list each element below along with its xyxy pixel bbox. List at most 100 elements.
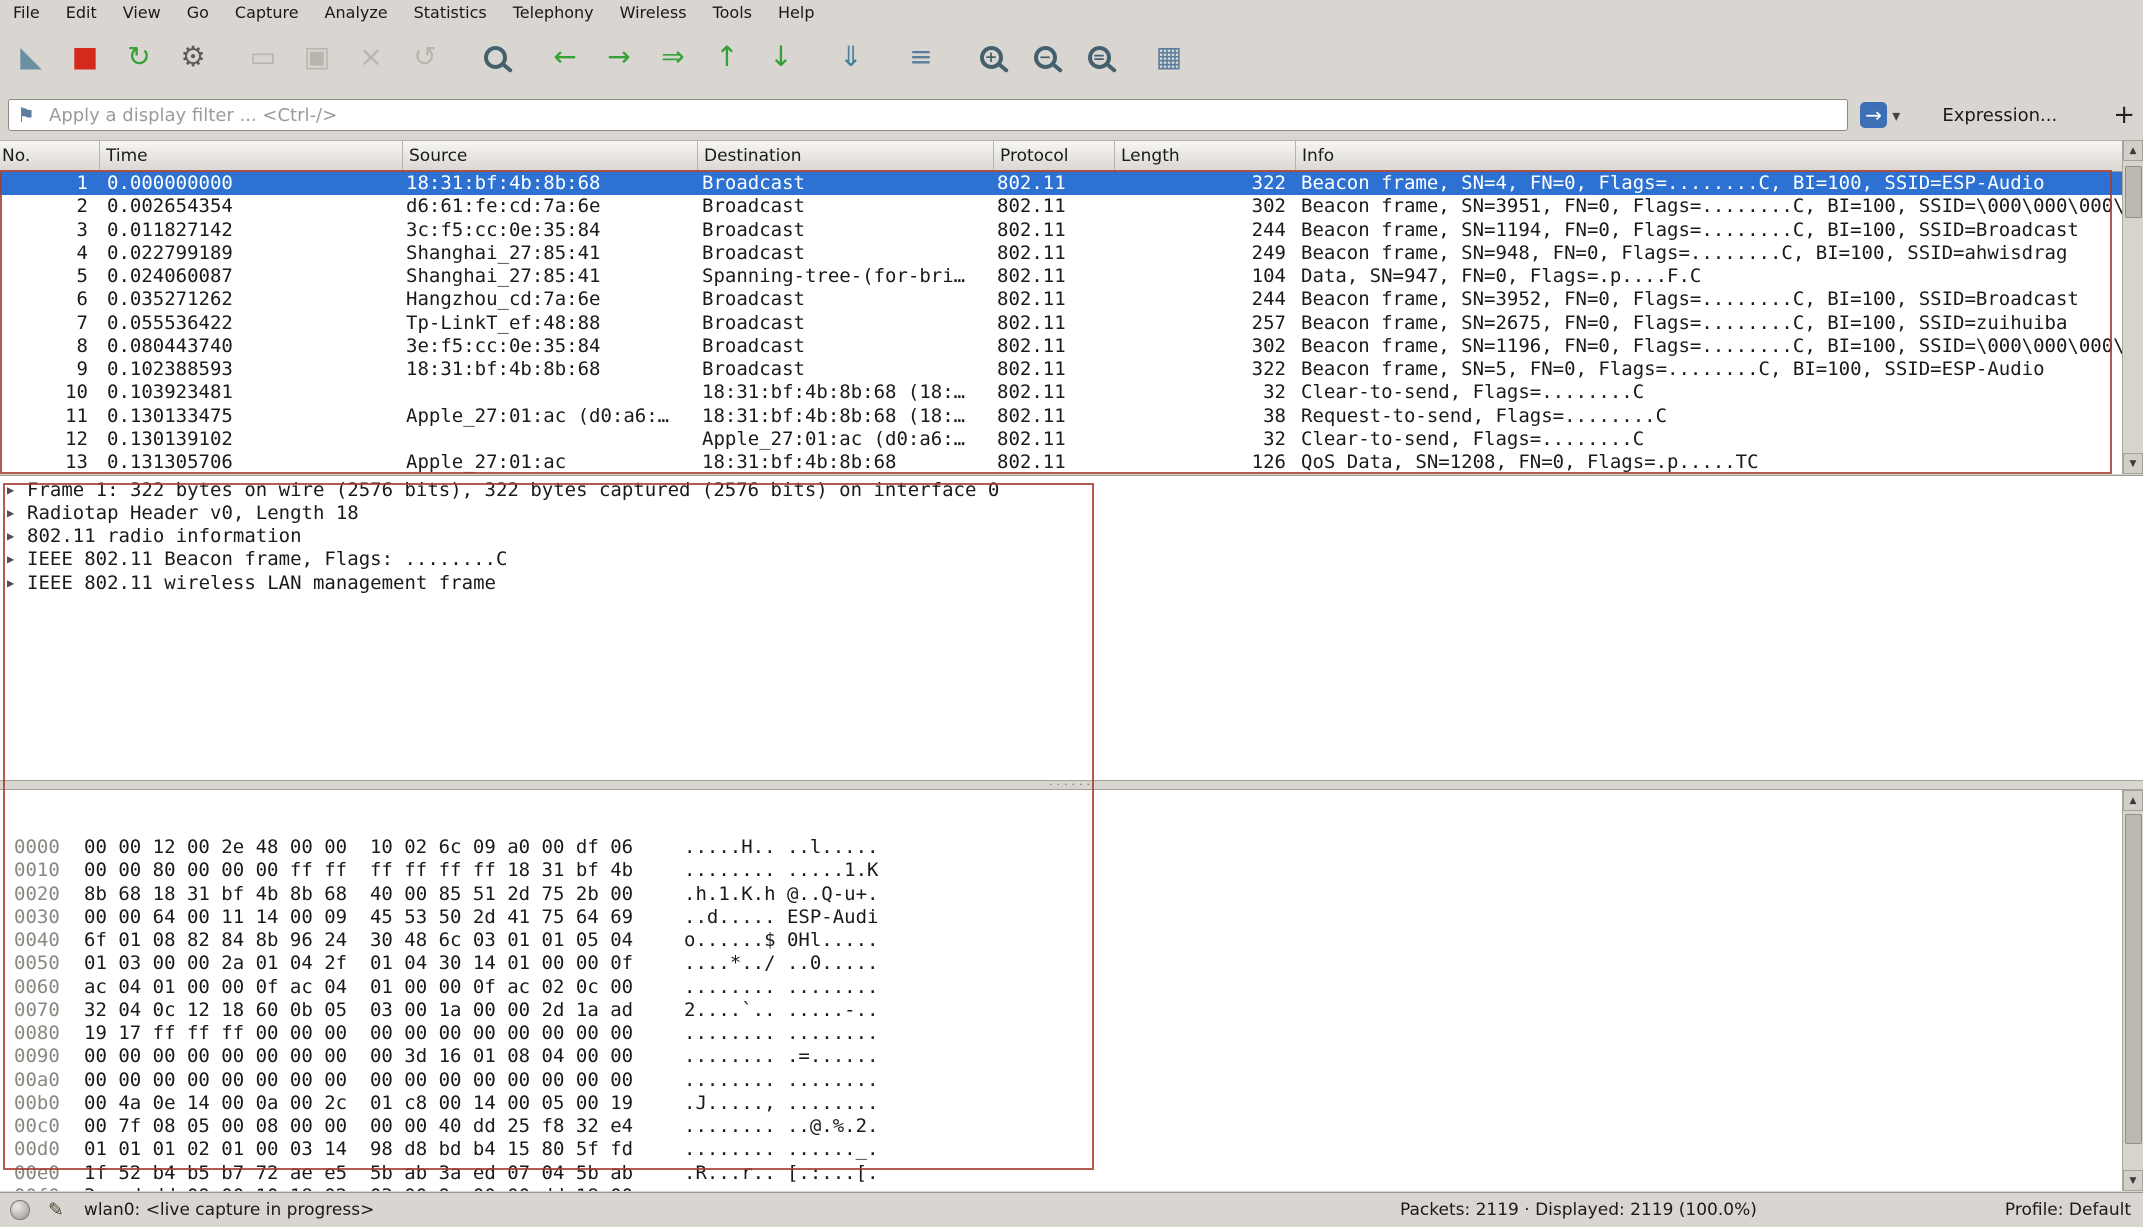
hex-row[interactable]: 0010 00 00 80 00 00 00 ff ff ff ff ff ff… [14, 859, 2122, 882]
column-header-protocol[interactable]: Protocol [994, 141, 1115, 171]
colorize-icon[interactable]: ≡ [894, 31, 948, 83]
capture-start-icon[interactable]: ◣ [4, 31, 58, 83]
hex-row[interactable]: 0080 19 17 ff ff ff 00 00 00 00 00 00 00… [14, 1022, 2122, 1045]
hex-row[interactable]: 00b0 00 4a 0e 14 00 0a 00 2c 01 c8 00 14… [14, 1092, 2122, 1115]
hex-row[interactable]: 00d0 01 01 01 02 01 00 03 14 98 d8 bd b4… [14, 1138, 2122, 1161]
expander-icon[interactable]: ▶ [7, 529, 27, 543]
expander-icon[interactable]: ▶ [7, 506, 27, 520]
file-open-icon[interactable]: ▭ [236, 31, 290, 83]
expander-icon[interactable]: ▶ [7, 576, 27, 590]
capture-comment-icon[interactable]: ✎ [48, 1199, 64, 1221]
menu-statistics[interactable]: Statistics [401, 0, 500, 24]
packet-row[interactable]: 1 0.000000000 18:31:bf:4b:8b:68 Broadcas… [0, 172, 2122, 195]
menu-go[interactable]: Go [174, 0, 222, 24]
filter-dropdown-caret-icon[interactable]: ▾ [1892, 106, 1900, 125]
filter-apply-button[interactable]: → [1860, 102, 1887, 128]
auto-scroll-icon[interactable]: ⇓ [824, 31, 878, 83]
capture-status-text: wlan0: <live capture in progress> [84, 1200, 374, 1220]
hex-row[interactable]: 0030 00 00 64 00 11 14 00 09 45 53 50 2d… [14, 906, 2122, 929]
menu-tools[interactable]: Tools [700, 0, 765, 24]
menu-capture[interactable]: Capture [222, 0, 312, 24]
zoom-in-icon[interactable]: + [964, 31, 1018, 83]
column-header-source[interactable]: Source [403, 141, 698, 171]
expander-icon[interactable]: ▶ [7, 483, 27, 497]
hex-row[interactable]: 00c0 00 7f 08 05 00 08 00 00 00 00 40 dd… [14, 1115, 2122, 1138]
detail-tree-row[interactable]: ▶ Frame 1: 322 bytes on wire (2576 bits)… [0, 478, 2143, 501]
pane-splitter[interactable]: ······ [0, 780, 2143, 790]
column-header-no[interactable]: No. [0, 141, 100, 171]
packet-row[interactable]: 11 0.130133475 Apple_27:01:ac (d0:a6:… 1… [0, 405, 2122, 428]
column-header-destination[interactable]: Destination [698, 141, 994, 171]
resize-columns-icon[interactable]: ▦ [1142, 31, 1196, 83]
scroll-down-button[interactable]: ▼ [2123, 453, 2143, 474]
hex-offset: 00a0 [14, 1069, 72, 1092]
menu-analyze[interactable]: Analyze [312, 0, 401, 24]
find-packet-icon[interactable] [468, 31, 522, 83]
hex-row[interactable]: 0090 00 00 00 00 00 00 00 00 00 3d 16 01… [14, 1045, 2122, 1068]
expander-icon[interactable]: ▶ [7, 552, 27, 566]
hex-bytes: 6f 01 08 82 84 8b 96 24 30 48 6c 03 01 0… [84, 929, 684, 952]
expression-button[interactable]: Expression... [1942, 105, 2057, 126]
packet-row[interactable]: 3 0.011827142 3c:f5:cc:0e:35:84 Broadcas… [0, 219, 2122, 242]
expert-info-icon[interactable] [10, 1200, 30, 1220]
hex-row[interactable]: 0040 6f 01 08 82 84 8b 96 24 30 48 6c 03… [14, 929, 2122, 952]
hex-ascii: ........ .....1.K [684, 859, 878, 882]
zoom-out-icon[interactable]: − [1018, 31, 1072, 83]
go-to-packet-icon[interactable]: ⇒ [646, 31, 700, 83]
hex-row[interactable]: 00a0 00 00 00 00 00 00 00 00 00 00 00 00… [14, 1069, 2122, 1092]
detail-tree-row[interactable]: ▶ IEEE 802.11 Beacon frame, Flags: .....… [0, 548, 2143, 571]
packet-row[interactable]: 5 0.024060087 Shanghai_27:85:41 Spanning… [0, 265, 2122, 288]
hex-row[interactable]: 00f0 3a ed dd 09 00 10 18 02 03 00 9c 00… [14, 1185, 2122, 1191]
file-close-icon[interactable]: × [344, 31, 398, 83]
go-back-icon[interactable]: ← [538, 31, 592, 83]
packet-list-scrollbar[interactable]: ▲ ▼ [2122, 140, 2143, 474]
file-save-icon[interactable]: ▣ [290, 31, 344, 83]
display-filter-input[interactable] [8, 99, 1848, 131]
scroll-up-button[interactable]: ▲ [2123, 790, 2143, 811]
packet-row[interactable]: 4 0.022799189 Shanghai_27:85:41 Broadcas… [0, 242, 2122, 265]
zoom-reset-icon[interactable]: = [1072, 31, 1126, 83]
go-forward-icon[interactable]: → [592, 31, 646, 83]
menu-wireless[interactable]: Wireless [607, 0, 700, 24]
packet-row[interactable]: 2 0.002654354 d6:61:fe:cd:7a:6e Broadcas… [0, 195, 2122, 218]
hex-row[interactable]: 0050 01 03 00 00 2a 01 04 2f 01 04 30 14… [14, 952, 2122, 975]
menu-file[interactable]: File [0, 0, 53, 24]
profile-text[interactable]: Profile: Default [2005, 1200, 2131, 1220]
menu-view[interactable]: View [110, 0, 174, 24]
detail-tree-row[interactable]: ▶ IEEE 802.11 wireless LAN management fr… [0, 571, 2143, 594]
detail-tree-row[interactable]: ▶ 802.11 radio information [0, 525, 2143, 548]
go-last-packet-icon[interactable]: ↓ [754, 31, 808, 83]
file-reload-icon[interactable]: ↺ [398, 31, 452, 83]
capture-options-icon[interactable]: ⚙ [166, 31, 220, 83]
packet-row[interactable]: 12 0.130139102 Apple_27:01:ac (d0:a6:… 8… [0, 428, 2122, 451]
menu-help[interactable]: Help [765, 0, 827, 24]
detail-tree-row[interactable]: ▶ Radiotap Header v0, Length 18 [0, 501, 2143, 524]
scrollbar-thumb[interactable] [2125, 814, 2142, 1144]
packet-row[interactable]: 8 0.080443740 3e:f5:cc:0e:35:84 Broadcas… [0, 335, 2122, 358]
filter-bookmark-icon[interactable]: ⚑ [17, 103, 35, 127]
scrollbar-thumb[interactable] [2125, 166, 2142, 218]
column-header-time[interactable]: Time [100, 141, 403, 171]
add-filter-button[interactable]: + [2113, 102, 2135, 128]
menu-edit[interactable]: Edit [53, 0, 110, 24]
packet-row[interactable]: 9 0.102388593 18:31:bf:4b:8b:68 Broadcas… [0, 358, 2122, 381]
packet-row[interactable]: 7 0.055536422 Tp-LinkT_ef:48:88 Broadcas… [0, 312, 2122, 335]
hex-row[interactable]: 00e0 1f 52 b4 b5 b7 72 ae e5 5b ab 3a ed… [14, 1162, 2122, 1185]
packet-row[interactable]: 13 0.131305706 Apple_27:01:ac 18:31:bf:4… [0, 451, 2122, 474]
packet-row[interactable]: 10 0.103923481 18:31:bf:4b:8b:68 (18:… 8… [0, 381, 2122, 404]
scroll-up-button[interactable]: ▲ [2123, 140, 2143, 161]
menu-telephony[interactable]: Telephony [500, 0, 607, 24]
scroll-down-button[interactable]: ▼ [2123, 1170, 2143, 1191]
hex-offset: 00d0 [14, 1138, 72, 1161]
packet-row[interactable]: 6 0.035271262 Hangzhou_cd:7a:6e Broadcas… [0, 288, 2122, 311]
hex-row[interactable]: 0000 00 00 12 00 2e 48 00 00 10 02 6c 09… [14, 836, 2122, 859]
hex-row[interactable]: 0070 32 04 0c 12 18 60 0b 05 03 00 1a 00… [14, 999, 2122, 1022]
capture-stop-icon[interactable]: ■ [58, 31, 112, 83]
capture-restart-icon[interactable]: ↻ [112, 31, 166, 83]
hex-row[interactable]: 0020 8b 68 18 31 bf 4b 8b 68 40 00 85 51… [14, 883, 2122, 906]
bytes-pane-scrollbar[interactable]: ▲ ▼ [2122, 790, 2143, 1191]
hex-row[interactable]: 0060 ac 04 01 00 00 0f ac 04 01 00 00 0f… [14, 976, 2122, 999]
column-header-length[interactable]: Length [1115, 141, 1296, 171]
go-first-packet-icon[interactable]: ↑ [700, 31, 754, 83]
column-header-info[interactable]: Info [1296, 141, 2122, 171]
